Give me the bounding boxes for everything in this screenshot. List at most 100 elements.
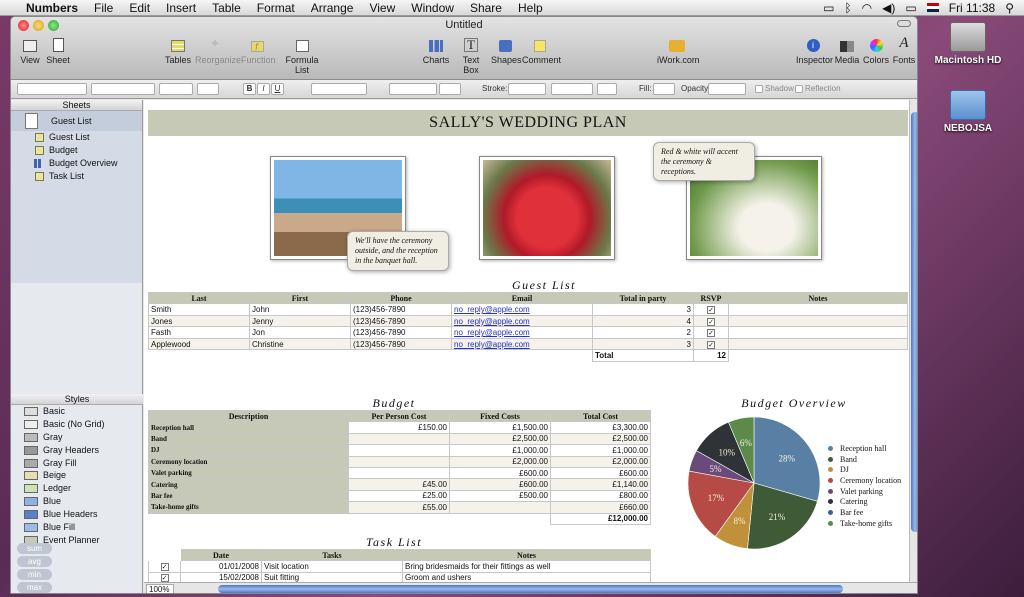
stroke-color-well[interactable] — [597, 83, 617, 95]
cell-total-cost[interactable]: £800.00 — [550, 489, 651, 503]
stroke-select[interactable] — [508, 83, 546, 95]
table-row[interactable]: Smith John (123)456-7890 no_reply@apple.com… — [148, 303, 908, 316]
font-family-select[interactable] — [91, 83, 155, 95]
cell-fixed[interactable]: £500.00 — [449, 489, 551, 503]
cell-total-cost[interactable]: £2,500.00 — [550, 432, 651, 446]
cell-total-cost[interactable]: £600.00 — [550, 466, 651, 480]
cell-per-person[interactable]: £150.00 — [348, 421, 450, 434]
table-row[interactable]: DJ £1,000.00 £1,000.00 — [148, 444, 651, 457]
table-row[interactable]: Total 12 — [149, 349, 908, 362]
cell-description[interactable]: DJ — [148, 444, 349, 457]
guest-total-label[interactable]: Total — [592, 349, 694, 362]
budget-total-value[interactable]: £12,000.00 — [550, 512, 651, 525]
menu-app-name[interactable]: Numbers — [18, 1, 86, 15]
screen-icon[interactable]: ▭ — [823, 1, 834, 15]
col-task-notes[interactable]: Notes — [402, 548, 651, 562]
reflection-checkbox[interactable] — [795, 85, 803, 93]
cell-notes[interactable] — [728, 314, 908, 328]
cell-total-cost[interactable]: £1,000.00 — [550, 444, 651, 457]
style-item[interactable]: Blue Headers — [11, 508, 143, 521]
cell-date[interactable]: 15/02/2008 — [180, 571, 262, 582]
table-cell[interactable] — [149, 513, 349, 524]
col-last[interactable]: Last — [148, 291, 250, 305]
comment-note-colors[interactable]: Red & white will accent the ceremony & r… — [653, 142, 755, 181]
wifi-icon[interactable]: ◠ — [862, 1, 872, 15]
style-item[interactable]: Gray Headers — [11, 444, 143, 457]
cell-rsvp[interactable]: ✓ — [693, 337, 729, 351]
table-cell[interactable] — [349, 513, 450, 524]
cell-description[interactable]: Reception hall — [148, 421, 349, 434]
cell-notes[interactable] — [728, 326, 908, 339]
text-box-button[interactable]: T Text Box — [454, 36, 488, 75]
formula-list-button[interactable]: Formula List — [279, 36, 325, 75]
comment-note-ceremony[interactable]: We'll have the ceremony outside, and the… — [347, 231, 449, 271]
cell-description[interactable]: Bar fee — [148, 489, 349, 503]
battery-icon[interactable]: ▭ — [905, 1, 916, 15]
cell-last[interactable]: Smith — [148, 303, 250, 316]
col-done[interactable] — [148, 548, 181, 562]
col-first[interactable]: First — [249, 291, 351, 305]
table-border-select[interactable] — [439, 83, 461, 95]
col-fixed[interactable]: Fixed Costs — [449, 409, 551, 423]
sheet-guest-list[interactable]: Guest List — [11, 111, 142, 131]
table-row[interactable]: Band £2,500.00 £2,500.00 — [148, 432, 651, 446]
col-total[interactable]: Total in party — [592, 291, 694, 305]
sum-function[interactable]: sum — [17, 543, 52, 554]
avg-function[interactable]: avg — [17, 556, 52, 567]
colors-button[interactable]: Colors — [863, 36, 889, 65]
min-function[interactable]: min — [17, 569, 52, 580]
zoom-select[interactable]: 100% — [146, 584, 174, 593]
table-cell[interactable] — [452, 350, 593, 362]
task-checkbox[interactable]: ✓ — [160, 574, 169, 582]
stroke-width-select[interactable] — [551, 83, 593, 95]
desktop-icon-hd[interactable]: Macintosh HD — [928, 22, 1008, 66]
photo-roses[interactable] — [479, 156, 615, 260]
opacity-field[interactable] — [708, 83, 746, 95]
col-date[interactable]: Date — [180, 548, 262, 562]
cell-email[interactable]: no_reply@apple.com — [451, 303, 593, 316]
cell-last[interactable]: Fasth — [148, 326, 250, 339]
style-item[interactable]: Blue — [11, 495, 143, 508]
cell-party[interactable]: 4 — [592, 314, 694, 328]
cell-last[interactable]: Jones — [148, 314, 250, 328]
col-tasks[interactable]: Tasks — [261, 548, 403, 562]
cell-first[interactable]: Christine — [249, 337, 351, 351]
cell-fixed[interactable]: £600.00 — [449, 478, 551, 491]
cell-phone[interactable]: (123)456-7890 — [350, 303, 452, 316]
cell-total-cost[interactable]: £660.00 — [550, 501, 651, 514]
cell-notes[interactable] — [728, 303, 908, 316]
cell-rsvp[interactable]: ✓ — [693, 303, 729, 316]
table-row[interactable]: Valet parking £600.00 £600.00 — [148, 466, 651, 480]
inspector-button[interactable]: i Inspector — [796, 36, 833, 65]
cell-fixed[interactable]: £2,500.00 — [449, 432, 551, 446]
sidebar-item-guest-list[interactable]: Guest List — [11, 131, 142, 144]
cell-email[interactable]: no_reply@apple.com — [451, 314, 593, 328]
reorganize-button[interactable]: ✦ Reorganize — [195, 36, 241, 65]
cell-per-person[interactable] — [348, 466, 450, 480]
horizontal-scroll-thumb[interactable] — [218, 585, 843, 593]
col-per-person[interactable]: Per Person Cost — [348, 409, 450, 423]
guest-total-value[interactable]: 12 — [693, 349, 729, 362]
budget-table[interactable]: Description Per Person Cost Fixed Costs … — [148, 409, 651, 525]
style-item[interactable]: Basic — [11, 405, 143, 418]
cell-total-cost[interactable]: £2,000.00 — [550, 455, 651, 468]
cell-per-person[interactable] — [348, 444, 450, 457]
cell-fixed[interactable]: £1,000.00 — [449, 444, 551, 457]
tables-button[interactable]: Tables — [165, 36, 191, 65]
cell-party[interactable]: 3 — [592, 337, 694, 351]
cell-first[interactable]: Jenny — [249, 314, 351, 328]
comment-button[interactable]: Comment — [522, 36, 561, 65]
vertical-scroll-thumb[interactable] — [911, 112, 917, 532]
cell-party[interactable]: 2 — [592, 326, 694, 339]
cell-task[interactable]: Suit fitting — [261, 571, 403, 582]
table-row[interactable]: Fasth Jon (123)456-7890 no_reply@apple.com 2… — [148, 326, 908, 339]
rsvp-checkbox[interactable]: ✓ — [707, 329, 715, 338]
col-description[interactable]: Description — [148, 409, 349, 423]
cell-total-cost[interactable]: £3,300.00 — [550, 421, 651, 434]
cell-done[interactable]: ✓ — [148, 560, 181, 573]
style-item[interactable]: Beige — [11, 469, 143, 482]
rsvp-checkbox[interactable]: ✓ — [707, 317, 715, 326]
view-button[interactable]: View — [17, 36, 43, 65]
cell-per-person[interactable]: £45.00 — [348, 478, 450, 491]
cell-party[interactable]: 3 — [592, 303, 694, 316]
